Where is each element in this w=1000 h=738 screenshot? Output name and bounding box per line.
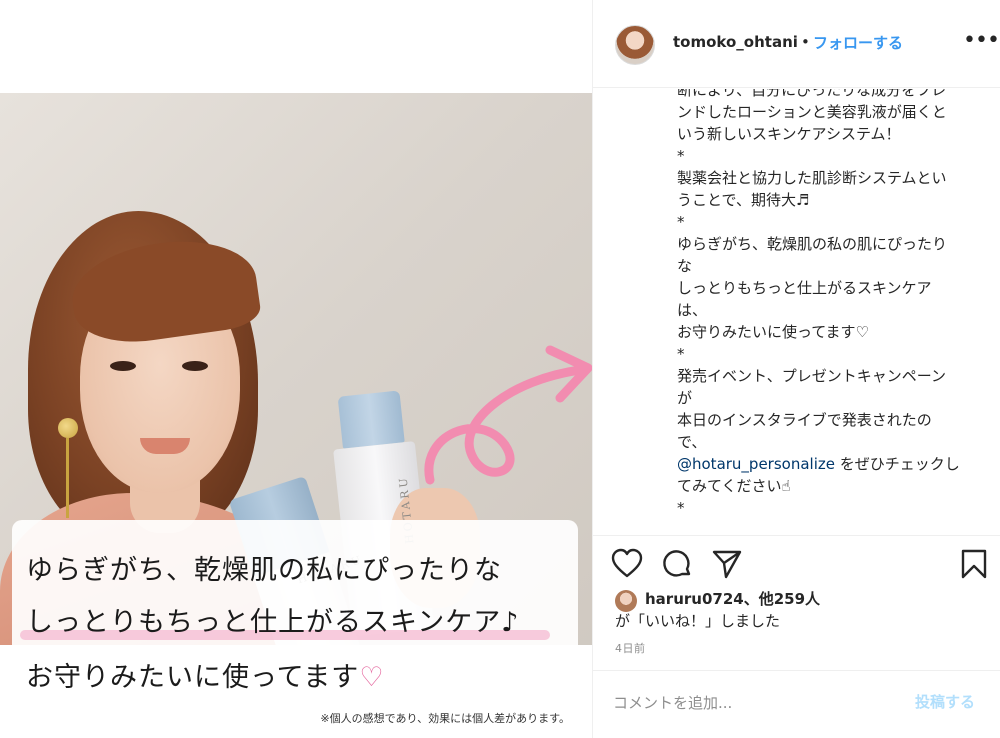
left-eye — [110, 361, 136, 371]
avatar[interactable] — [615, 25, 655, 65]
bookmark-icon[interactable] — [958, 548, 990, 580]
caption-line: 発売イベント、プレゼントキャンペーン — [677, 367, 946, 385]
heart-outline-icon[interactable] — [611, 548, 643, 580]
caption-line: てみてください☝ — [677, 477, 791, 495]
caption-line: が — [677, 389, 693, 407]
more-options-icon[interactable]: ••• — [963, 28, 1000, 53]
caption-line: お守りみたいに使ってます♡ — [677, 323, 869, 341]
likes-others-link[interactable]: 、他259人 — [744, 590, 820, 608]
mention-link[interactable]: @hotaru_personalize — [677, 455, 835, 473]
overlay-text-line-2: しっとりもちっと仕上がるスキンケア♪ — [26, 607, 520, 638]
overlay-text-line-3: お守りみたいに使ってます♡ — [26, 655, 385, 694]
right-eye — [182, 361, 208, 371]
caption-line: * — [677, 213, 685, 231]
caption-line: * — [677, 147, 685, 165]
caption-line: ゆらぎがち、乾燥肌の私の肌にぴったり — [677, 235, 948, 253]
post-comment-button[interactable]: 投稿する — [915, 691, 975, 712]
pink-heart-icon: ♡ — [359, 662, 385, 693]
likes-suffix: が「いいね！」しました — [615, 612, 781, 630]
action-bar — [593, 535, 1000, 590]
post-timestamp[interactable]: 4日前 — [615, 640, 646, 656]
post-media[interactable]: HOTARU HOTARU ゆらぎがち、乾燥肌の私にぴったりな しっとりもちっと… — [0, 0, 592, 738]
caption-line: 断により、自分にぴったりな成分をフレ — [677, 89, 947, 99]
caption-line: * — [677, 499, 685, 517]
caption-text: 断により、自分にぴったりな成分をフレ ンドしたローションと美容乳液が届くと いう… — [677, 89, 987, 519]
username-link[interactable]: tomoko_ohtani — [673, 33, 798, 51]
caption-line: * — [677, 345, 685, 363]
liker-avatar[interactable] — [615, 590, 637, 612]
follow-button[interactable]: フォローする — [813, 32, 903, 53]
comment-input[interactable] — [613, 691, 903, 715]
caption-line: うことで、期待大♬ — [677, 191, 810, 209]
post-sidebar: tomoko_ohtani • フォローする ••• 断により、自分にぴったりな… — [592, 0, 1000, 738]
mention-suffix: をぜひチェックし — [834, 455, 960, 473]
caption-scroll-area[interactable]: 断により、自分にぴったりな成分をフレ ンドしたローションと美容乳液が届くと いう… — [593, 89, 1000, 529]
comment-bubble-icon[interactable] — [661, 548, 693, 580]
first-liker-link[interactable]: haruru0724 — [645, 590, 744, 608]
caption-line: は、 — [677, 301, 708, 319]
likes-names[interactable]: haruru0724、他259人 — [645, 588, 820, 609]
pink-arrow-icon — [424, 345, 592, 485]
caption-line: いう新しいスキンケアシステム！ — [677, 125, 901, 143]
caption-line: 製薬会社と協力した肌診断システムとい — [677, 169, 947, 187]
overlay-line-3-text: お守りみたいに使ってます — [26, 662, 360, 693]
caption-line: な — [677, 257, 693, 275]
post-header: tomoko_ohtani • フォローする ••• — [593, 0, 1000, 88]
overlay-text-line-1: ゆらぎがち、乾燥肌の私にぴったりな — [26, 555, 502, 586]
header-separator: • — [801, 33, 810, 51]
paper-plane-icon[interactable] — [711, 548, 743, 580]
caption-line: ンドしたローションと美容乳液が届くと — [677, 103, 947, 121]
caption-line: 本日のインスタライブで発表されたの — [677, 411, 932, 429]
earring-chain — [66, 438, 69, 518]
caption-line: で、 — [677, 433, 707, 451]
earring — [58, 418, 78, 438]
disclaimer-text: ※個人の感想であり、効果には個人差があります。 — [320, 712, 570, 725]
caption-line: しっとりもちっと仕上がるスキンケア — [677, 279, 932, 297]
caption-mention-line: @hotaru_personalize をぜひチェックし — [677, 453, 987, 475]
comment-composer: 投稿する — [593, 670, 1000, 738]
